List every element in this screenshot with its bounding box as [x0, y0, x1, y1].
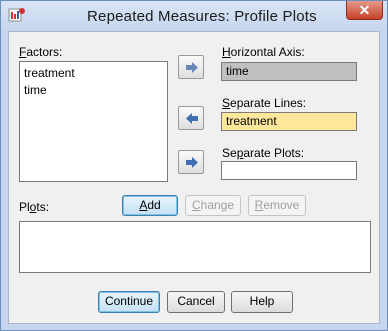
move-to-horizontal-axis-button[interactable] — [178, 55, 204, 79]
title-bar: Repeated Measures: Profile Plots ✕ — [1, 1, 387, 31]
plots-list[interactable] — [19, 221, 371, 273]
arrow-right-icon — [186, 62, 198, 73]
help-button[interactable]: Help — [231, 291, 293, 313]
factors-list[interactable]: treatment time — [19, 61, 168, 182]
move-to-separate-plots-button[interactable] — [178, 150, 204, 174]
separate-lines-field[interactable]: treatment — [221, 112, 357, 131]
factors-label: Factors: — [19, 45, 63, 59]
horizontal-axis-field[interactable]: time — [221, 62, 357, 81]
arrow-right-icon — [186, 157, 198, 168]
separate-plots-field[interactable] — [221, 161, 357, 180]
change-button[interactable]: Change — [185, 195, 241, 216]
add-button[interactable]: Add — [122, 195, 178, 216]
profile-plots-dialog: Repeated Measures: Profile Plots ✕ Facto… — [0, 0, 388, 331]
remove-button[interactable]: Remove — [248, 195, 306, 216]
continue-button[interactable]: Continue — [98, 291, 160, 313]
list-item[interactable]: time — [24, 83, 47, 97]
dialog-body: Factors: treatment time Horizontal Axis:… — [8, 31, 380, 324]
close-icon: ✕ — [358, 2, 371, 18]
list-item[interactable]: treatment — [24, 66, 75, 80]
plots-label: Plots: — [19, 200, 50, 214]
window-title: Repeated Measures: Profile Plots — [87, 8, 317, 25]
separate-plots-label: Separate Plots: — [222, 146, 305, 160]
app-icon — [8, 8, 25, 22]
separate-lines-label: Separate Lines: — [222, 96, 307, 110]
horizontal-axis-label: Horizontal Axis: — [222, 45, 305, 59]
arrow-left-icon — [186, 113, 198, 124]
close-button[interactable]: ✕ — [346, 1, 383, 20]
cancel-button[interactable]: Cancel — [167, 291, 225, 313]
move-back-to-factors-button[interactable] — [178, 106, 204, 130]
